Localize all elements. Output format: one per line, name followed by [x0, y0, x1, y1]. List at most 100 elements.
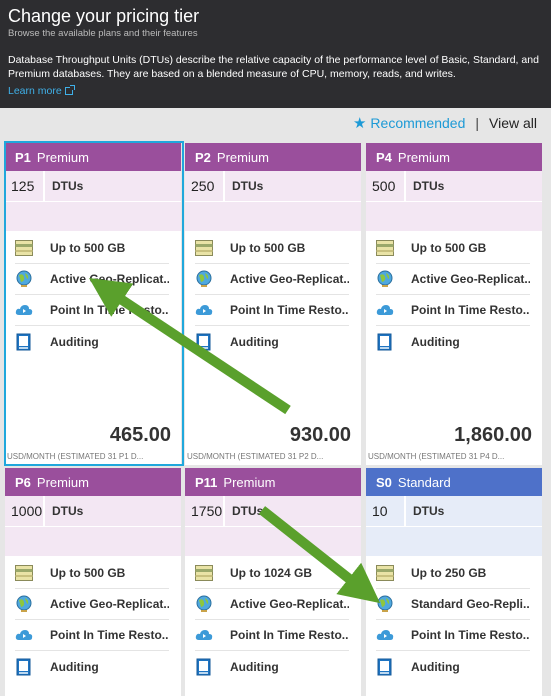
- price-estimate-note: USD/MONTH (ESTIMATED 31 P2 D...: [187, 452, 324, 461]
- feature-item: Up to 500 GB: [15, 558, 169, 589]
- recommended-label: Recommended: [370, 115, 466, 131]
- dtu-spacer: [5, 526, 181, 556]
- dtu-row: 1750 DTUs: [185, 496, 361, 526]
- feature-item: Point In Time Resto...: [15, 620, 169, 651]
- dtu-row: 500 DTUs: [366, 171, 542, 201]
- pricing-tier-card-s0[interactable]: S0 Standard 10 DTUs Up to 250 GB Standard…: [366, 468, 542, 696]
- recommended-filter[interactable]: ★ Recommended: [353, 114, 465, 132]
- learn-more-link[interactable]: Learn more: [8, 84, 75, 98]
- tier-name: Standard: [397, 474, 451, 490]
- dtu-spacer: [366, 201, 542, 231]
- globe-icon: [195, 595, 213, 613]
- feature-label: Active Geo-Replicat...: [230, 272, 349, 286]
- feature-item: Auditing: [15, 326, 169, 357]
- feature-item: Active Geo-Replicat...: [15, 264, 169, 295]
- pricing-tier-card-p11[interactable]: P11 Premium 1750 DTUs Up to 1024 GB Activ…: [185, 468, 361, 696]
- feature-label: Auditing: [50, 334, 99, 349]
- dtu-row: 125 DTUs: [5, 171, 181, 201]
- filter-separator: |: [475, 115, 479, 131]
- feature-item: Point In Time Resto...: [195, 620, 349, 651]
- feature-item: Auditing: [15, 651, 169, 682]
- feature-label: Active Geo-Replicat...: [50, 597, 169, 611]
- globe-icon: [15, 595, 33, 613]
- auditing-book-icon: [376, 333, 394, 351]
- tier-header: S0 Standard: [366, 468, 542, 496]
- feature-item: Active Geo-Replicat...: [376, 264, 530, 295]
- dtu-count: 1000: [5, 496, 45, 526]
- page-subtitle: Browse the available plans and their fea…: [8, 28, 198, 39]
- auditing-book-icon: [15, 658, 33, 676]
- feature-item: Point In Time Resto...: [195, 295, 349, 326]
- pricing-tier-card-p4[interactable]: P4 Premium 500 DTUs Up to 500 GB Active G…: [366, 143, 542, 465]
- feature-label: Point In Time Resto...: [50, 628, 169, 642]
- page-title: Change your pricing tier: [8, 6, 200, 26]
- feature-label: Point In Time Resto...: [230, 628, 349, 642]
- tier-code: P4: [376, 149, 392, 165]
- feature-label: Up to 500 GB: [50, 241, 126, 255]
- auditing-book-icon: [195, 333, 213, 351]
- dtu-spacer: [185, 526, 361, 556]
- auditing-book-icon: [195, 658, 213, 676]
- dtu-row: 10 DTUs: [366, 496, 542, 526]
- tier-header: P4 Premium: [366, 143, 542, 171]
- view-all-filter[interactable]: View all: [489, 115, 537, 131]
- dtu-label: DTUs: [413, 179, 445, 193]
- feature-item: Auditing: [376, 651, 530, 682]
- feature-label: Auditing: [411, 659, 460, 674]
- tier-code: S0: [376, 474, 392, 490]
- globe-icon: [15, 270, 33, 288]
- pricing-tier-card-p2[interactable]: P2 Premium 250 DTUs Up to 500 GB Active G…: [185, 143, 361, 465]
- external-link-icon: [64, 85, 75, 95]
- tier-name: Premium: [216, 149, 269, 165]
- tier-header: P11 Premium: [185, 468, 361, 496]
- feature-label: Standard Geo-Repli...: [411, 597, 530, 611]
- monthly-price: 930.00: [289, 424, 351, 446]
- dtu-count: 1750: [185, 496, 225, 526]
- dtu-row: 250 DTUs: [185, 171, 361, 201]
- tier-name: Premium: [36, 149, 89, 165]
- storage-icon: [376, 239, 394, 257]
- filter-bar: ★ Recommended | View all: [353, 113, 537, 133]
- learn-more-label: Learn more: [8, 85, 62, 97]
- feature-item: Active Geo-Replicat...: [195, 589, 349, 620]
- monthly-price: 1,860.00: [454, 424, 532, 446]
- feature-item: Point In Time Resto...: [376, 295, 530, 326]
- feature-item: Up to 500 GB: [195, 233, 349, 264]
- dtu-row: 1000 DTUs: [5, 496, 181, 526]
- feature-list: Up to 250 GB Standard Geo-Repli... Point I…: [366, 558, 542, 682]
- feature-item: Up to 500 GB: [376, 233, 530, 264]
- star-icon: ★: [352, 115, 367, 132]
- blade-header: Change your pricing tier Browse the avai…: [0, 0, 551, 108]
- feature-label: Up to 1024 GB: [230, 566, 313, 580]
- feature-list: Up to 500 GB Active Geo-Replicat... Point …: [185, 233, 361, 357]
- tier-header: P6 Premium: [5, 468, 181, 496]
- feature-item: Up to 250 GB: [376, 558, 530, 589]
- dtu-spacer: [5, 201, 181, 231]
- price-estimate-note: USD/MONTH (ESTIMATED 31 P1 D...: [7, 452, 144, 461]
- cloud-restore-icon: [376, 301, 394, 319]
- globe-icon: [195, 270, 213, 288]
- tier-code: P11: [195, 474, 218, 490]
- feature-label: Up to 500 GB: [411, 241, 487, 255]
- feature-item: Up to 1024 GB: [195, 558, 349, 589]
- feature-item: Auditing: [376, 326, 530, 357]
- feature-item: Up to 500 GB: [15, 233, 169, 264]
- storage-icon: [195, 564, 213, 582]
- tier-name: Premium: [223, 474, 276, 490]
- tier-name: Premium: [36, 474, 89, 490]
- tier-name: Premium: [397, 149, 450, 165]
- storage-icon: [15, 239, 33, 257]
- feature-label: Up to 250 GB: [411, 566, 487, 580]
- feature-label: Up to 500 GB: [230, 241, 306, 255]
- pricing-tier-card-p1[interactable]: P1 Premium 125 DTUs Up to 500 GB Active G…: [5, 143, 181, 465]
- auditing-book-icon: [15, 333, 33, 351]
- dtu-description: Database Throughput Units (DTUs) describ…: [8, 54, 539, 80]
- feature-label: Point In Time Resto...: [411, 303, 530, 317]
- storage-icon: [376, 564, 394, 582]
- cloud-restore-icon: [15, 626, 33, 644]
- pricing-tier-card-p6[interactable]: P6 Premium 1000 DTUs Up to 500 GB Active …: [5, 468, 181, 696]
- tier-header: P2 Premium: [185, 143, 361, 171]
- tier-header: P1 Premium: [5, 143, 181, 171]
- dtu-spacer: [185, 201, 361, 231]
- feature-item: Point In Time Resto...: [15, 295, 169, 326]
